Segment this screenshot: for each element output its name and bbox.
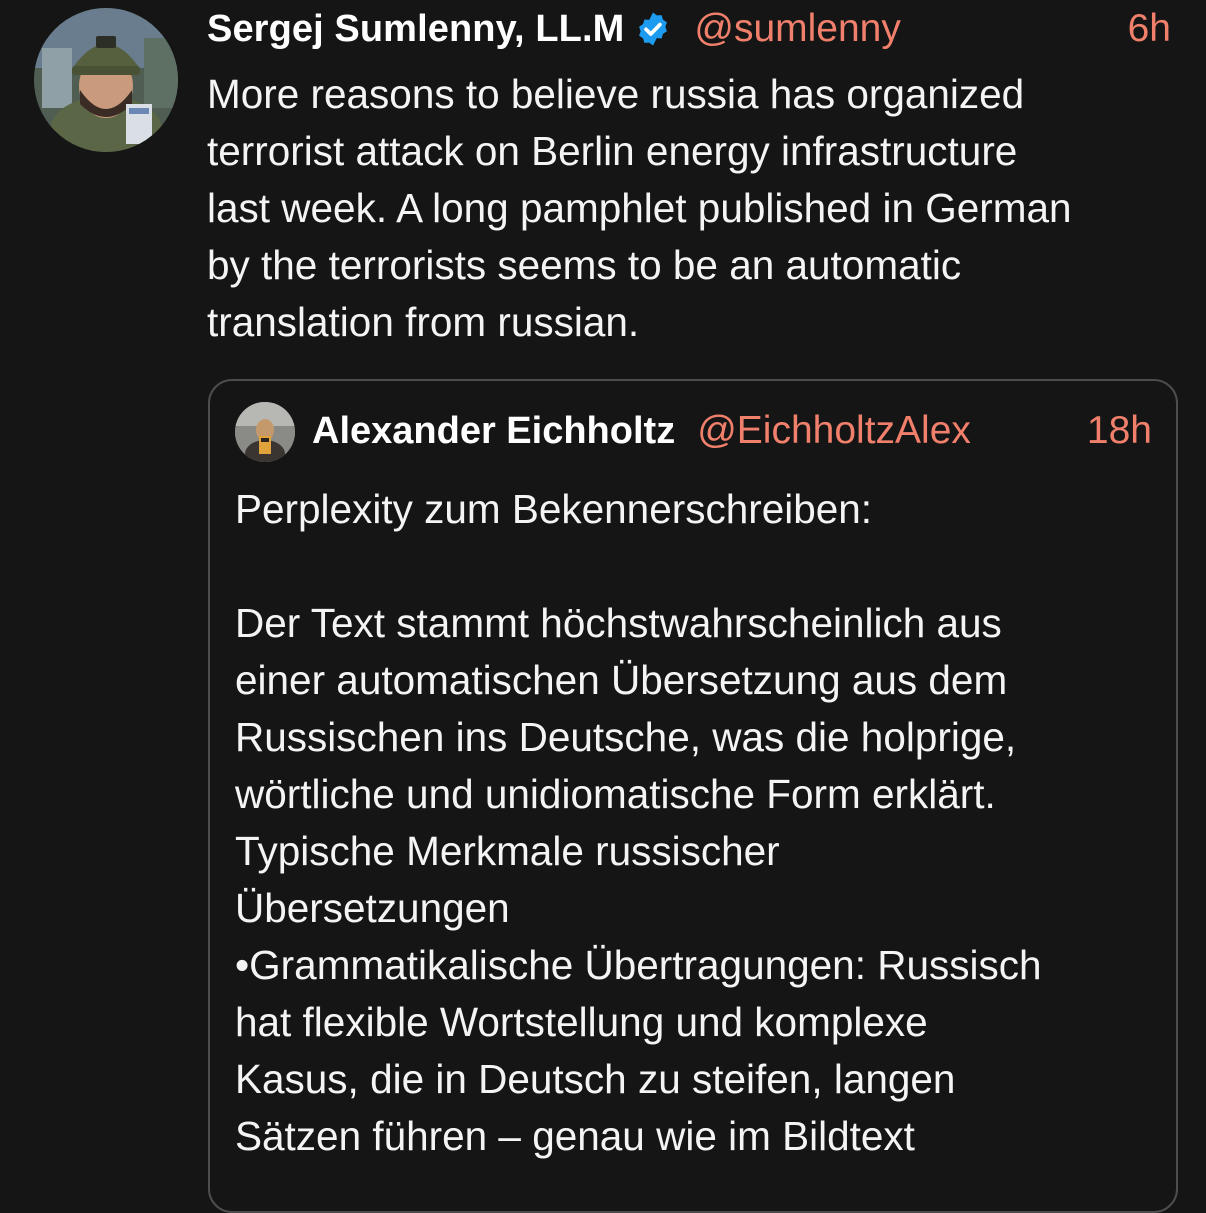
post-header: Sergej Sumlenny, LL.M @sumlenny 6h — [207, 4, 1175, 54]
quoted-author-avatar[interactable] — [235, 402, 295, 462]
quoted-author-handle[interactable]: @EichholtzAlex — [697, 409, 971, 453]
post[interactable]: Sergej Sumlenny, LL.M @sumlenny 6h More … — [0, 0, 1206, 1213]
author-avatar[interactable] — [34, 8, 178, 152]
quoted-author-name[interactable]: Alexander Eichholtz — [312, 410, 675, 453]
quoted-post-header: Alexander Eichholtz @EichholtzAlex 18h — [312, 405, 1152, 457]
post-text: More reasons to believe russia has organ… — [207, 71, 1072, 345]
quoted-post-text: Perplexity zum Bekennerschreiben: Der Te… — [235, 486, 1042, 1159]
author-name[interactable]: Sergej Sumlenny, LL.M — [207, 8, 624, 51]
quoted-post-timestamp[interactable]: 18h — [1087, 409, 1152, 453]
post-timestamp[interactable]: 6h — [1128, 7, 1175, 51]
quoted-post[interactable]: Alexander Eichholtz @EichholtzAlex 18h P… — [208, 379, 1178, 1213]
author-handle[interactable]: @sumlenny — [694, 7, 901, 51]
verified-badge-icon — [634, 10, 672, 48]
